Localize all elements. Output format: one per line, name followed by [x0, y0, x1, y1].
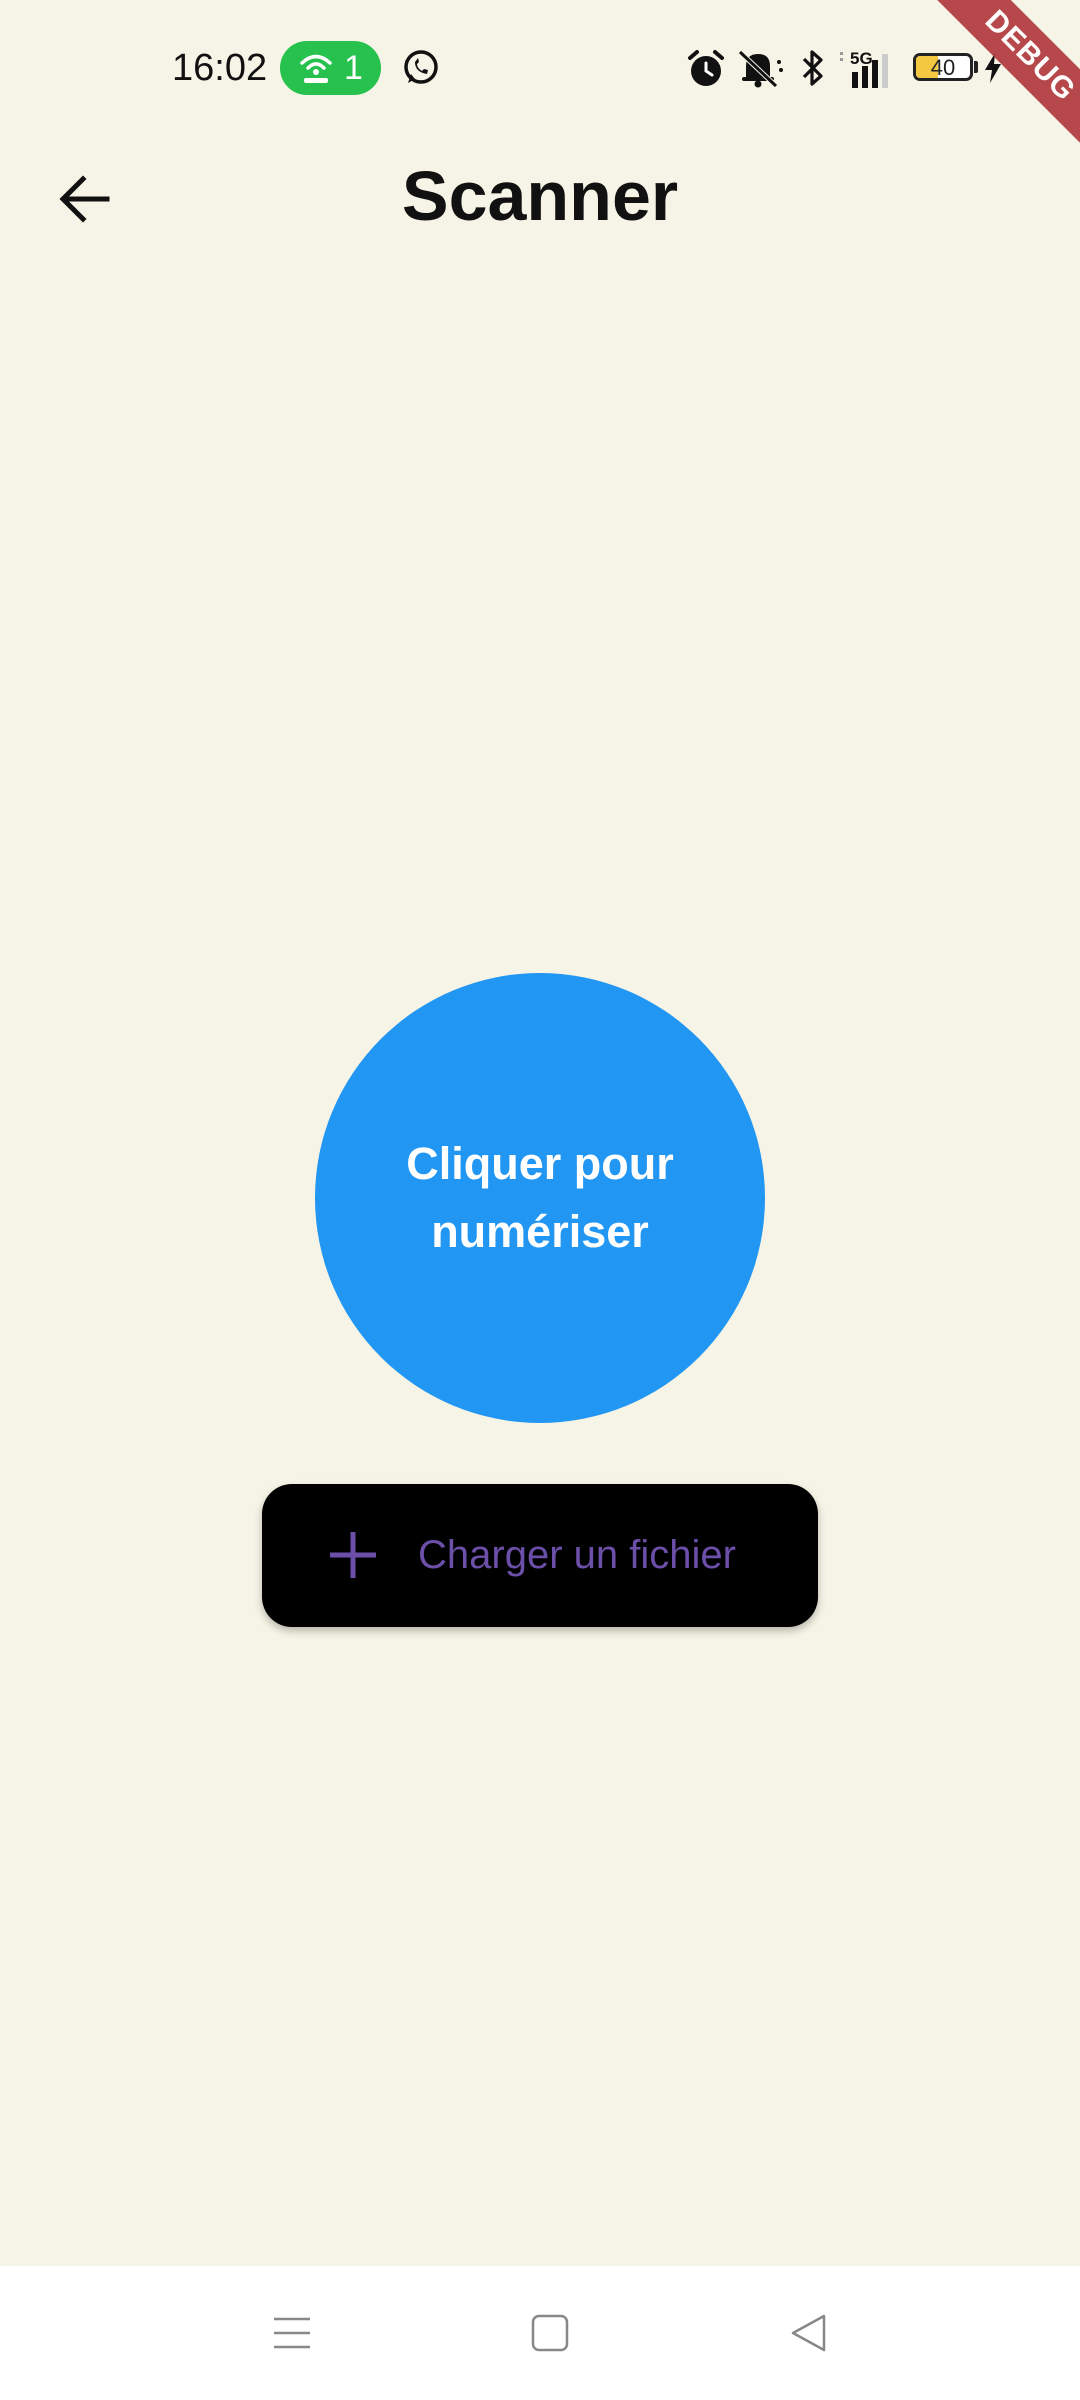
page-title: Scanner — [401, 157, 679, 235]
status-time: 16:02 — [172, 47, 268, 89]
network-type: 5G — [850, 49, 873, 68]
hotspot-indicator[interactable]: 1 — [280, 41, 381, 95]
whatsapp-icon — [404, 50, 438, 84]
hotspot-count: 1 — [344, 49, 363, 87]
hotspot-icon — [300, 54, 332, 83]
menu-icon — [274, 2317, 310, 2349]
battery-icon: 40 — [913, 53, 973, 81]
signal-icon: 5G — [840, 49, 888, 88]
upload-file-label: Charger un fichier — [418, 1533, 736, 1577]
battery-tip — [974, 61, 978, 73]
plus-icon — [330, 1532, 376, 1578]
app-bar: Scanner — [0, 136, 1080, 248]
status-bar: 16:02 1 5G 40 — [0, 0, 1080, 136]
notifications-muted-icon — [738, 50, 783, 88]
home-icon — [531, 2314, 569, 2352]
scan-button[interactable]: Cliquer pour numériser — [315, 973, 765, 1423]
upload-file-button[interactable]: Charger un fichier — [262, 1484, 818, 1627]
nav-home-button[interactable] — [490, 2266, 610, 2400]
navigation-bar — [0, 2266, 1080, 2400]
back-icon — [791, 2314, 826, 2352]
scan-button-label: Cliquer pour numériser — [406, 1138, 674, 1257]
nav-back-button[interactable] — [748, 2266, 868, 2400]
battery-level: 40 — [930, 55, 956, 80]
nav-menu-button[interactable] — [232, 2266, 352, 2400]
alarm-icon — [688, 50, 724, 86]
bluetooth-icon — [802, 50, 823, 86]
